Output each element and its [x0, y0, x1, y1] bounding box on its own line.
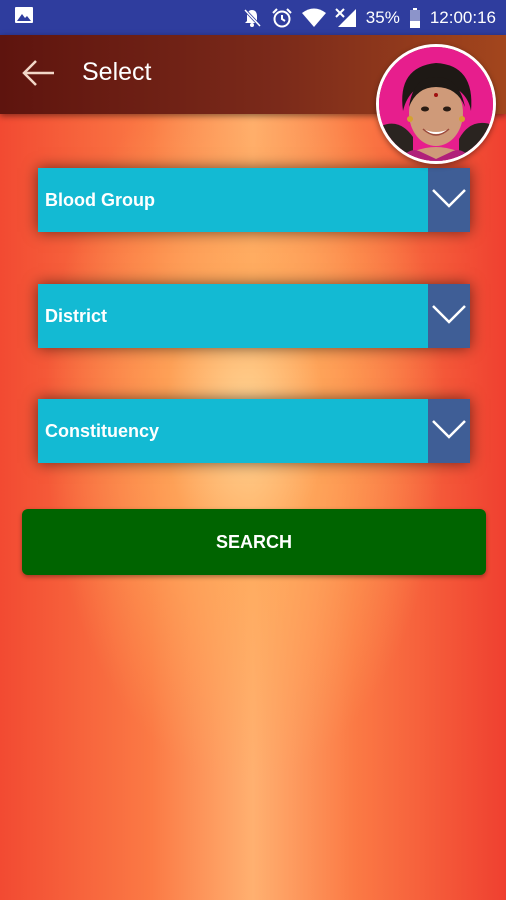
district-dropdown[interactable]: District — [38, 284, 470, 348]
battery-icon — [409, 7, 421, 28]
constituency-field: Constituency — [38, 399, 428, 463]
mute-icon — [242, 8, 262, 28]
blood-group-dropdown[interactable]: Blood Group — [38, 168, 470, 232]
constituency-arrow-button[interactable] — [428, 399, 470, 463]
district-label: District — [45, 305, 108, 326]
image-notification-icon — [14, 5, 34, 30]
alarm-icon — [271, 7, 293, 29]
avatar — [376, 44, 496, 164]
battery-percentage: 35% — [365, 7, 400, 27]
district-arrow-button[interactable] — [428, 284, 470, 348]
signal-icon — [335, 7, 357, 28]
district-field: District — [38, 284, 428, 348]
blood-group-label: Blood Group — [45, 189, 155, 210]
blood-group-arrow-button[interactable] — [428, 168, 470, 232]
status-bar: 35% 12:00:16 — [0, 0, 506, 35]
back-button[interactable] — [18, 55, 58, 95]
arrow-left-icon — [20, 58, 56, 93]
status-time: 12:00:16 — [429, 7, 496, 27]
search-button[interactable]: SEARCH — [22, 509, 486, 575]
chevron-down-icon — [431, 303, 467, 330]
constituency-label: Constituency — [45, 420, 160, 441]
wifi-icon — [301, 8, 326, 28]
chevron-down-icon — [431, 418, 467, 445]
chevron-down-icon — [431, 187, 467, 214]
blood-group-field: Blood Group — [38, 168, 428, 232]
constituency-dropdown[interactable]: Constituency — [38, 399, 470, 463]
page-title: Select — [82, 58, 152, 86]
